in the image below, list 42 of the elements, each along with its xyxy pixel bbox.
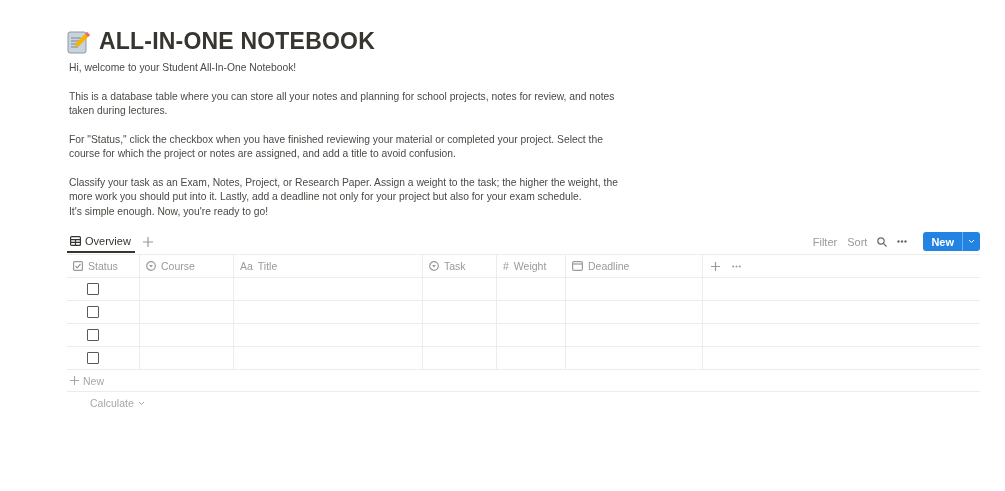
table-icon	[70, 236, 81, 246]
intro-paragraph: Hi, welcome to your Student All-In-One Notebook!	[69, 61, 298, 75]
column-label: Deadline	[588, 260, 630, 272]
column-type-glyph: #	[503, 260, 509, 272]
memo-pencil-icon	[67, 29, 91, 54]
dropdown-circle-icon	[146, 261, 156, 271]
status-checkbox[interactable]	[87, 329, 99, 341]
intro-paragraph: Classify your task as an Exam, Notes, Project, or Research Paper. Assign a weight to the task; the higher the weight, the more work you should put into it. Lastly, add a deadline not only for your project but also for your exam schedule. It's simple enough. Now, you're ready to go!	[69, 175, 619, 219]
more-icon[interactable]	[897, 240, 908, 243]
column-header[interactable]: Course	[140, 255, 234, 278]
column-header[interactable]: Deadline	[566, 255, 703, 278]
column-label: Status	[88, 260, 118, 272]
intro-paragraph: For "Status," click the checkbox when you have finished reviewing your material or completed your project. Select the course for which the project or notes are assigned, and add a title to avoid confusion.	[69, 132, 604, 161]
column-label: Title	[257, 260, 278, 272]
more-icon[interactable]	[732, 264, 741, 268]
view-tab[interactable]: Overview	[67, 235, 135, 253]
column-type-glyph: Aa	[240, 260, 253, 272]
filter-button[interactable]: Filter	[812, 235, 838, 248]
intro-paragraph: This is a database table where you can store all your notes and planning for school projects, notes for review, and notes taken during lectures.	[69, 89, 616, 118]
search-icon[interactable]	[877, 236, 888, 247]
page-title: ALL-IN-ONE NOTEBOOK	[99, 28, 375, 55]
column-label: Task	[444, 260, 466, 272]
sort-button[interactable]: Sort	[847, 235, 868, 248]
new-button[interactable]: New	[923, 232, 980, 251]
column-header[interactable]: Status	[67, 255, 140, 278]
caret-icon	[137, 400, 145, 406]
dropdown-circle-icon	[429, 261, 439, 271]
caret-icon	[968, 239, 975, 244]
status-checkbox[interactable]	[87, 352, 99, 364]
plus-icon	[70, 376, 79, 385]
calendar-icon	[572, 261, 583, 271]
calculate-button[interactable]: Calculate	[87, 397, 145, 409]
checkbox-icon	[73, 261, 83, 271]
status-checkbox[interactable]	[87, 306, 99, 318]
column-label: Weight	[513, 260, 547, 272]
column-label: Course	[161, 260, 195, 272]
column-header[interactable]: # Weight	[497, 255, 566, 278]
column-header[interactable]: Aa Title	[234, 255, 423, 278]
status-checkbox[interactable]	[87, 283, 99, 295]
add-row-button[interactable]: New	[67, 374, 104, 387]
add-icon[interactable]	[711, 261, 720, 271]
column-header[interactable]: Task	[423, 255, 497, 278]
